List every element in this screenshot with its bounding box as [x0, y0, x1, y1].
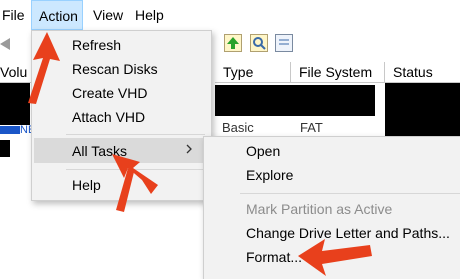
redacted-area	[0, 83, 30, 125]
menu-separator	[240, 193, 460, 194]
all-tasks-submenu: Open Explore Mark Partition as Active Ch…	[203, 136, 460, 279]
menu-separator	[66, 169, 205, 170]
list-view-icon[interactable]	[275, 34, 293, 52]
menu-item-all-tasks[interactable]: All Tasks	[72, 141, 127, 161]
menu-item-create-vhd[interactable]: Create VHD	[72, 83, 147, 103]
action-menu: Refresh Rescan Disks Create VHD Attach V…	[31, 30, 212, 201]
redacted-area	[385, 83, 460, 143]
search-icon[interactable]	[250, 34, 268, 52]
menu-bar: File Action View Help	[0, 0, 460, 30]
menu-item-attach-vhd[interactable]: Attach VHD	[72, 107, 145, 127]
redacted-area	[215, 85, 375, 116]
row-file-system: FAT	[300, 120, 323, 135]
menu-action[interactable]: Action	[31, 0, 83, 30]
column-header-file-system[interactable]: File System	[291, 62, 385, 83]
submenu-item-mark-active: Mark Partition as Active	[246, 201, 393, 217]
submenu-item-format[interactable]: Format...	[246, 247, 302, 267]
menu-item-rescan-disks[interactable]: Rescan Disks	[72, 59, 158, 79]
chevron-right-icon	[186, 143, 194, 158]
menu-view[interactable]: View	[93, 0, 123, 30]
menu-item-help[interactable]: Help	[72, 175, 101, 195]
back-arrow-icon[interactable]	[0, 38, 10, 50]
submenu-item-explore[interactable]: Explore	[246, 165, 293, 185]
submenu-item-change-drive-letter[interactable]: Change Drive Letter and Paths...	[246, 223, 450, 243]
menu-help[interactable]: Help	[135, 0, 164, 30]
column-header-status[interactable]: Status	[385, 62, 460, 83]
redacted-area	[0, 140, 10, 157]
column-header-type[interactable]: Type	[215, 62, 291, 83]
menu-separator	[66, 134, 205, 135]
disk-bar	[0, 126, 20, 134]
submenu-item-open[interactable]: Open	[246, 141, 280, 161]
menu-item-refresh[interactable]: Refresh	[72, 35, 121, 55]
menu-file[interactable]: File	[2, 0, 25, 30]
up-folder-icon[interactable]	[224, 34, 242, 52]
row-type: Basic	[222, 120, 254, 135]
